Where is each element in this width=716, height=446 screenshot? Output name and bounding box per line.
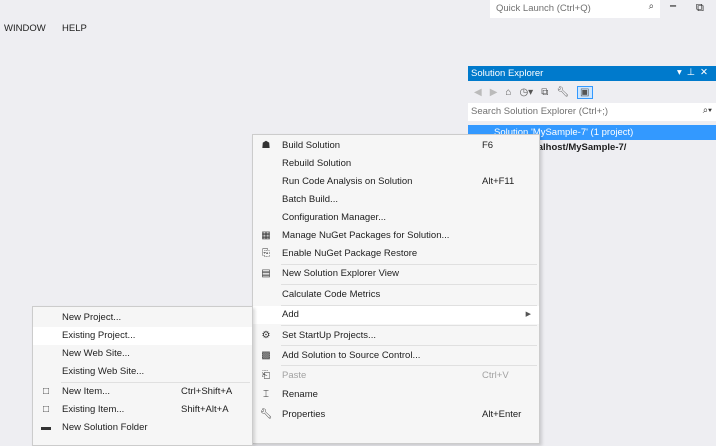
menu-item-label: Add Solution to Source Control... — [282, 350, 421, 361]
menu-item-add-solution-to-source-control[interactable]: ▩ Add Solution to Source Control... — [253, 347, 539, 365]
menu-separator — [281, 325, 537, 326]
menu-item-paste[interactable]: ⎗ Paste Ctrl+V — [253, 367, 539, 385]
rename-icon: ⌶ — [263, 389, 269, 400]
new-view-icon: ▤ — [261, 268, 271, 279]
menu-item-configuration-manager[interactable]: Configuration Manager... — [253, 209, 539, 227]
pin-icon[interactable]: ⊥ — [687, 67, 700, 78]
menu-item-new-item[interactable]: □ New Item... Ctrl+Shift+A — [33, 383, 252, 401]
panel-title: Solution Explorer — [471, 68, 544, 79]
menu-help[interactable]: HELP — [62, 23, 87, 34]
menu-item-set-startup-projects[interactable]: ⚙ Set StartUp Projects... — [253, 327, 539, 345]
quick-launch-placeholder: Quick Launch (Ctrl+Q) — [496, 3, 591, 14]
wrench-icon[interactable]: 🔧︎ — [556, 87, 569, 98]
menu-separator — [281, 305, 537, 306]
menu-item-shortcut: Ctrl+Shift+A — [181, 386, 233, 397]
menu-separator — [281, 345, 537, 346]
paste-icon: ⎗ — [262, 370, 270, 381]
menu-separator — [281, 284, 537, 285]
wrench-icon: 🔧︎ — [259, 409, 273, 420]
menu-item-label: New Project... — [62, 312, 122, 323]
menu-item-label: Rebuild Solution — [282, 158, 352, 169]
sync-view-icon[interactable]: ▣ — [577, 85, 593, 99]
close-icon[interactable]: ✕ — [700, 67, 713, 78]
quick-launch-input[interactable]: Quick Launch (Ctrl+Q) ⌕ — [490, 0, 660, 18]
menu-item-label: Manage NuGet Packages for Solution... — [282, 230, 450, 241]
submenu-arrow-icon: ▶ — [525, 311, 531, 318]
menu-item-shortcut: Shift+Alt+A — [181, 404, 229, 415]
menu-item-new-project[interactable]: New Project... — [33, 309, 252, 327]
dropdown-icon[interactable]: ▾ — [677, 67, 687, 78]
collapse-all-icon[interactable]: ⧉ — [541, 87, 548, 98]
menu-item-shortcut: Alt+F11 — [482, 176, 515, 187]
menu-item-label: Existing Web Site... — [62, 366, 145, 377]
menu-item-label: Set StartUp Projects... — [282, 330, 376, 341]
menu-separator — [61, 382, 250, 383]
menu-item-enable-nuget-package-restore[interactable]: ⎘ Enable NuGet Package Restore — [253, 245, 539, 263]
menu-item-label: New Solution Explorer View — [282, 268, 400, 279]
minimize-button[interactable]: ‒ — [670, 0, 676, 12]
menu-item-label: Paste — [282, 370, 307, 381]
menu-item-existing-web-site[interactable]: Existing Web Site... — [33, 363, 252, 381]
folder-icon: ▬ — [41, 422, 51, 433]
search-placeholder: Search Solution Explorer (Ctrl+;) — [471, 106, 609, 117]
restore-icon: ⎘ — [262, 248, 270, 259]
new-item-icon: □ — [42, 386, 50, 397]
menu-item-existing-item[interactable]: □ Existing Item... Shift+Alt+A — [33, 401, 252, 419]
menu-item-shortcut: Ctrl+V — [482, 370, 509, 381]
menu-item-label: Properties — [282, 409, 326, 420]
menu-item-properties[interactable]: 🔧︎ Properties Alt+Enter — [253, 406, 539, 424]
menu-item-label: Run Code Analysis on Solution — [282, 176, 413, 187]
menu-item-calculate-code-metrics[interactable]: Calculate Code Metrics — [253, 286, 539, 304]
menu-separator — [281, 264, 537, 265]
history-icon[interactable]: ◷▾ — [519, 87, 533, 98]
source-control-icon: ▩ — [261, 350, 271, 361]
menu-item-new-web-site[interactable]: New Web Site... — [33, 345, 252, 363]
menu-item-manage-nuget-packages-for-solution[interactable]: ▦ Manage NuGet Packages for Solution... — [253, 227, 539, 245]
menu-item-label: Calculate Code Metrics — [282, 289, 381, 300]
menu-item-new-solution-folder[interactable]: ▬ New Solution Folder — [33, 419, 252, 437]
menu-item-add[interactable]: Add ▶ — [253, 306, 539, 324]
menu-item-new-solution-explorer-view[interactable]: ▤ New Solution Explorer View — [253, 265, 539, 283]
nuget-icon: ▦ — [261, 230, 271, 241]
menu-item-run-code-analysis-on-solution[interactable]: Run Code Analysis on Solution Alt+F11 — [253, 173, 539, 191]
menu-item-label: New Item... — [62, 386, 111, 397]
search-icon: ⌕▾ — [702, 105, 712, 116]
solution-explorer-toolbar: ◀ ▶ ⌂ ◷▾ ⧉ 🔧︎ ▣ — [468, 81, 716, 103]
menu-separator — [281, 365, 537, 366]
build-icon: ☗ — [261, 140, 271, 151]
menu-item-build-solution[interactable]: ☗ Build Solution F6 — [253, 137, 539, 155]
gear-icon: ⚙ — [261, 330, 271, 341]
home-icon[interactable]: ⌂ — [505, 87, 511, 98]
menu-item-rename[interactable]: ⌶ Rename — [253, 386, 539, 404]
forward-icon[interactable]: ▶ — [490, 87, 498, 98]
menu-item-label: Add — [282, 309, 299, 320]
menu-item-label: Enable NuGet Package Restore — [282, 248, 418, 259]
menu-item-label: Build Solution — [282, 140, 341, 151]
back-icon[interactable]: ◀ — [474, 87, 482, 98]
restore-button[interactable]: ⧉ — [696, 2, 704, 15]
menu-item-label: Existing Project... — [62, 330, 136, 341]
menu-window[interactable]: WINDOW — [4, 23, 46, 34]
menu-item-label: Batch Build... — [282, 194, 338, 205]
context-menu: ☗ Build Solution F6 Rebuild Solution Run Cod… — [252, 134, 540, 444]
menu-item-batch-build[interactable]: Batch Build... — [253, 191, 539, 209]
menu-item-label: New Web Site... — [62, 348, 130, 359]
search-icon: ⌕ — [648, 1, 654, 12]
menu-item-label: Rename — [282, 389, 318, 400]
menu-item-shortcut: Alt+Enter — [482, 409, 522, 420]
menu-item-existing-project[interactable]: Existing Project... — [33, 327, 252, 345]
menu-item-rebuild-solution[interactable]: Rebuild Solution — [253, 155, 539, 173]
solution-explorer-search[interactable]: Search Solution Explorer (Ctrl+;) ⌕▾ — [468, 103, 716, 121]
add-submenu: New Project... Existing Project... New Web… — [32, 306, 253, 446]
existing-item-icon: □ — [42, 404, 50, 415]
menu-item-label: New Solution Folder — [62, 422, 148, 433]
solution-explorer-title-bar: Solution Explorer ▾⊥✕ — [468, 66, 716, 81]
menu-item-shortcut: F6 — [482, 140, 494, 151]
menu-item-label: Existing Item... — [62, 404, 125, 415]
menu-item-label: Configuration Manager... — [282, 212, 387, 223]
